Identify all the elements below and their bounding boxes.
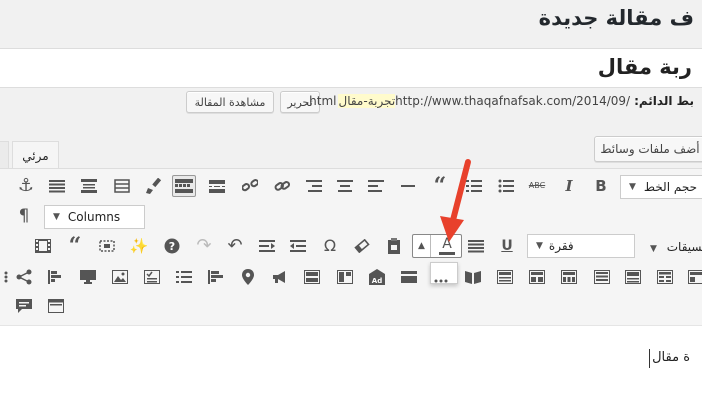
post-title-field[interactable] [0, 48, 702, 88]
permalink-url[interactable]: http://www.thaqafnafsak.com/2014/09/ [395, 94, 630, 108]
credit-card-icon[interactable] [397, 266, 421, 288]
table-grid-icon[interactable] [653, 266, 677, 288]
paragraph-mark-icon[interactable]: ¶ [12, 205, 36, 227]
annotation-arrow-icon [440, 159, 471, 242]
pullquote-icon[interactable]: “ [63, 235, 87, 257]
megaphone-icon[interactable] [268, 266, 292, 288]
chevron-down-icon: ▼ [629, 182, 636, 192]
table-icon[interactable] [110, 175, 134, 197]
panel-icon[interactable] [493, 266, 517, 288]
editor-body-text[interactable]: ة مقال [652, 350, 690, 365]
layout-block-icon[interactable] [300, 266, 324, 288]
bar-chart-icon[interactable] [44, 266, 68, 288]
chevron-down-icon: ▼ [53, 212, 60, 222]
horizontal-line-icon[interactable] [396, 175, 420, 197]
italic-icon[interactable]: I [557, 175, 581, 197]
help-icon[interactable]: ? [160, 235, 184, 257]
bullet-list-icon[interactable] [494, 175, 518, 197]
post-title-text[interactable]: ربة مقال [598, 55, 692, 79]
browser-window-icon[interactable] [44, 295, 68, 317]
link-icon[interactable] [270, 175, 294, 197]
formats-label[interactable]: ▼ نسيقات [650, 240, 702, 254]
tab-visual[interactable]: مرئي [12, 141, 59, 169]
list-checks-icon[interactable] [172, 266, 196, 288]
paint-brush-icon[interactable] [142, 175, 166, 197]
align-center-icon[interactable] [333, 175, 357, 197]
checklist-icon[interactable] [140, 266, 164, 288]
permalink-row: .html تجربة-مقال http://www.thaqafnafsak… [305, 94, 694, 108]
comment-icon[interactable] [12, 295, 36, 317]
align-left-icon[interactable] [364, 175, 388, 197]
layout-columns-icon[interactable] [684, 266, 702, 288]
align-right-icon[interactable] [302, 175, 326, 197]
underline-icon[interactable]: U [495, 235, 519, 257]
toolbar-toggle-icon[interactable] [172, 175, 196, 197]
insert-more-icon[interactable] [205, 175, 229, 197]
magic-wand-icon[interactable]: ✨ [127, 235, 151, 257]
text-cursor [649, 349, 650, 368]
unlink-icon[interactable] [238, 175, 262, 197]
text-box-icon[interactable] [77, 175, 101, 197]
permalink-label: بط الدائم: [634, 94, 694, 108]
book-icon[interactable] [461, 266, 485, 288]
table-rows-icon[interactable] [621, 266, 645, 288]
monitor-icon[interactable] [76, 266, 100, 288]
redo-icon[interactable]: ↷ [192, 235, 216, 257]
video-icon[interactable] [31, 235, 55, 257]
outdent-icon[interactable] [286, 235, 310, 257]
strikethrough-icon[interactable]: ABC [525, 175, 549, 197]
color-dropdown-arrow-icon[interactable]: ▲ [413, 235, 431, 257]
add-media-button[interactable]: أضف ملفات وسائط [594, 136, 702, 162]
paragraph-select[interactable]: ▼ فقرة [527, 234, 635, 258]
bar-chart-small-icon[interactable] [204, 266, 228, 288]
page-title: ف مقالة جديدة [538, 6, 694, 30]
view-post-button[interactable]: مشاهدة المقالة [186, 91, 274, 113]
paste-text-icon[interactable] [382, 235, 406, 257]
ellipsis-icon[interactable] [429, 266, 453, 288]
layout-split-icon[interactable] [333, 266, 357, 288]
shortcode-icon[interactable] [95, 235, 119, 257]
panel-columns-icon[interactable] [525, 266, 549, 288]
image-icon[interactable] [108, 266, 132, 288]
share-icon[interactable] [12, 266, 36, 288]
table-layout-icon[interactable] [590, 266, 614, 288]
editor-content-area[interactable] [0, 326, 702, 402]
tab-text-edge[interactable] [0, 141, 9, 169]
justify-icon[interactable] [45, 175, 69, 197]
bold-icon[interactable]: B [589, 175, 613, 197]
font-size-select[interactable]: ▼ حجم الخط [620, 175, 702, 199]
svg-text:?: ? [169, 240, 175, 253]
permalink-slug[interactable]: تجربة-مقال [338, 94, 396, 108]
permalink-suffix: .html [305, 94, 337, 108]
undo-icon[interactable]: ↶ [223, 235, 247, 257]
indent-icon[interactable] [255, 235, 279, 257]
grid-layout-icon[interactable] [557, 266, 581, 288]
ad-icon[interactable]: Ad [365, 266, 389, 288]
eraser-icon[interactable] [350, 235, 374, 257]
special-character-icon[interactable]: Ω [318, 235, 342, 257]
anchor-icon[interactable]: ⚓ [14, 175, 38, 197]
map-pin-icon[interactable] [236, 266, 260, 288]
svg-text:Ad: Ad [372, 277, 382, 285]
chevron-down-icon: ▼ [536, 241, 543, 251]
columns-select[interactable]: ▼ Columns [44, 205, 145, 229]
